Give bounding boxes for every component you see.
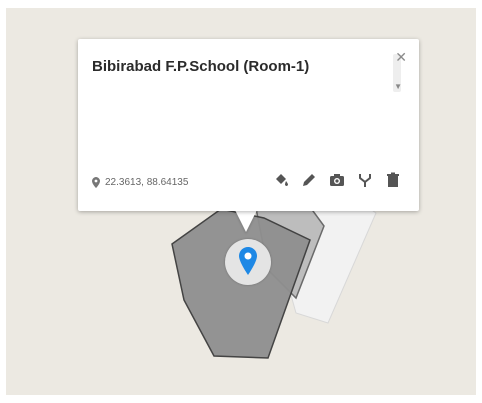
popup-title: Bibirabad F.P.School (Room-1) — [92, 58, 310, 75]
pencil-icon[interactable] — [301, 172, 317, 188]
popup-tail — [234, 208, 258, 232]
info-popup: Bibirabad F.P.School (Room-1) ✕ ▼ 22.361… — [78, 39, 419, 211]
close-icon[interactable]: ✕ — [395, 50, 407, 64]
location-pin-icon — [92, 177, 100, 188]
directions-icon[interactable] — [357, 172, 373, 188]
popup-toolbar — [273, 172, 401, 188]
camera-icon[interactable] — [329, 172, 345, 188]
scroll-down-icon[interactable]: ▼ — [394, 82, 402, 91]
map-pin-icon — [239, 247, 257, 275]
map-canvas[interactable]: Bibirabad F.P.School (Room-1) ✕ ▼ 22.361… — [6, 8, 476, 395]
paint-bucket-icon[interactable] — [273, 172, 289, 188]
trash-icon[interactable] — [385, 172, 401, 188]
marker[interactable] — [225, 239, 271, 285]
coordinates: 22.3613, 88.64135 — [92, 177, 188, 188]
coordinates-text: 22.3613, 88.64135 — [105, 177, 189, 188]
